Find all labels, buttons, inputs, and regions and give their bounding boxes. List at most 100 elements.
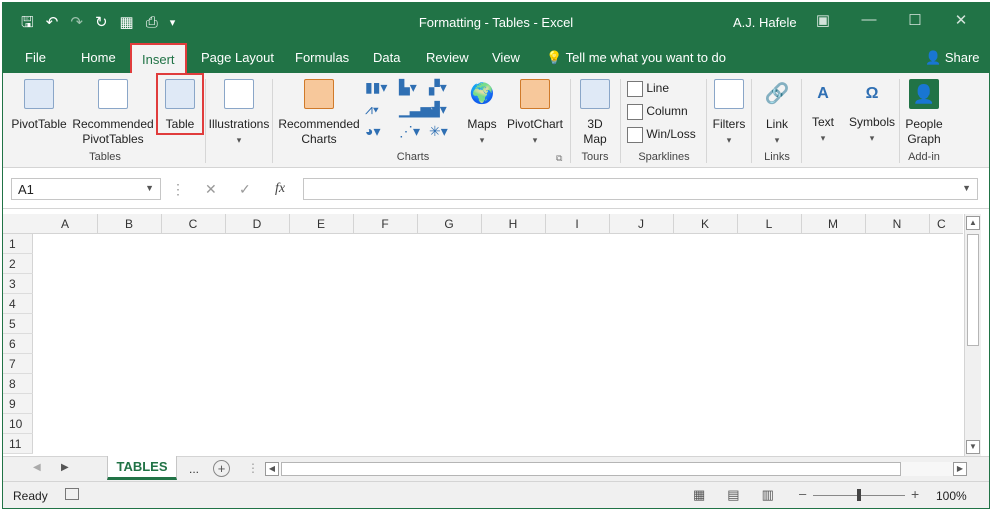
dialog-launcher-icon[interactable]: ⧉	[556, 153, 562, 164]
row-header-2[interactable]: 2	[3, 254, 33, 274]
link-button[interactable]: 🔗 Link ▾	[755, 79, 799, 148]
column-header-k[interactable]: K	[673, 217, 737, 231]
scroll-up-icon[interactable]: ▲	[966, 216, 980, 230]
share-button[interactable]: 👤 Share	[925, 50, 980, 66]
column-header-j[interactable]: J	[609, 217, 673, 231]
row-header-6[interactable]: 6	[3, 334, 33, 354]
tab-insert[interactable]: Insert	[130, 43, 187, 73]
maps-button[interactable]: 🌍 Maps ▾	[463, 79, 501, 148]
people-graph-button[interactable]: 👤 People Graph	[902, 79, 946, 147]
row-header-9[interactable]: 9	[3, 394, 33, 414]
horizontal-scroll-thumb[interactable]	[281, 462, 901, 476]
scroll-right-icon[interactable]: ▶	[953, 462, 967, 476]
row-header-3[interactable]: 3	[3, 274, 33, 294]
column-header-b[interactable]: B	[97, 217, 161, 231]
row-header-10[interactable]: 10	[3, 414, 33, 434]
row-header-8[interactable]: 8	[3, 374, 33, 394]
hierarchy-chart-icon[interactable]: ▙▾	[399, 79, 417, 96]
row-header-7[interactable]: 7	[3, 354, 33, 374]
zoom-in-icon[interactable]: +	[911, 486, 919, 502]
tab-formulas[interactable]: Formulas	[295, 50, 349, 65]
page-break-view-icon[interactable]: ▥	[762, 487, 774, 503]
tab-view[interactable]: View	[492, 50, 520, 65]
radar-chart-icon[interactable]: ✳▾	[429, 123, 448, 140]
sparkline-winloss-button[interactable]: Win/Loss	[627, 127, 707, 143]
zoom-out-icon[interactable]: –	[799, 486, 806, 501]
column-header-n[interactable]: N	[865, 217, 929, 231]
expand-formula-icon[interactable]: ▼	[962, 183, 971, 193]
more-sheets-button[interactable]: ...	[189, 462, 199, 476]
tab-home[interactable]: Home	[81, 50, 116, 65]
prev-sheet-icon[interactable]: ◀	[33, 462, 41, 473]
zoom-level[interactable]: 100%	[936, 489, 967, 503]
name-box-value: A1	[18, 182, 34, 197]
close-icon[interactable]: ✕	[953, 11, 969, 29]
next-sheet-icon[interactable]: ▶	[61, 462, 69, 473]
minimize-icon[interactable]: —	[861, 11, 877, 29]
row-header-4[interactable]: 4	[3, 294, 33, 314]
sparkline-line-button[interactable]: Line	[627, 81, 707, 97]
column-header-d[interactable]: D	[225, 217, 289, 231]
symbols-button[interactable]: Ω Symbols ▾	[847, 79, 897, 146]
column-header-e[interactable]: E	[289, 217, 353, 231]
name-box[interactable]: A1 ▼	[11, 178, 161, 200]
tab-review[interactable]: Review	[426, 50, 469, 65]
column-header-i[interactable]: I	[545, 217, 609, 231]
column-header-partial[interactable]: C	[929, 217, 959, 231]
normal-view-icon[interactable]: ▦	[693, 487, 705, 503]
column-header-c[interactable]: C	[161, 217, 225, 231]
vertical-scroll-thumb[interactable]	[967, 234, 979, 346]
line-chart-icon[interactable]: ⩘▾	[365, 101, 379, 118]
formula-input[interactable]: ▼	[303, 178, 978, 200]
enter-icon[interactable]: ✓	[239, 181, 251, 198]
splitter-icon[interactable]: ⋮	[247, 461, 259, 475]
tab-file[interactable]: File	[25, 50, 46, 65]
column-header-l[interactable]: L	[737, 217, 801, 231]
pie-chart-icon[interactable]: ◕▾	[365, 123, 380, 140]
maximize-icon[interactable]: ☐	[907, 11, 923, 29]
tab-data[interactable]: Data	[373, 50, 400, 65]
3d-map-button[interactable]: 3D Map	[573, 79, 617, 147]
scroll-down-icon[interactable]: ▼	[966, 440, 980, 454]
tab-page-layout[interactable]: Page Layout	[201, 50, 274, 65]
pivotchart-button[interactable]: PivotChart ▾	[503, 79, 567, 148]
row-header-11[interactable]: 11	[3, 434, 33, 454]
user-name[interactable]: A.J. Hafele	[733, 15, 797, 30]
illustrations-button[interactable]: Illustrations ▾	[207, 79, 271, 148]
insert-function-icon[interactable]: fx	[275, 181, 285, 197]
column-header-m[interactable]: M	[801, 217, 865, 231]
text-button[interactable]: A Text ▾	[805, 79, 841, 146]
filters-button[interactable]: Filters ▾	[709, 79, 749, 148]
cell-grid[interactable]	[33, 234, 963, 453]
sheet-tab-tables[interactable]: TABLES	[107, 456, 177, 480]
combo-chart-icon[interactable]: ▟▾	[429, 101, 447, 118]
pivotchart-dropdown-icon: ▾	[532, 135, 538, 145]
recommended-charts-button[interactable]: Recommended Charts	[275, 79, 363, 147]
chevron-down-icon[interactable]: ▼	[145, 183, 154, 193]
tell-me-search[interactable]: 💡 Tell me what you want to do	[546, 50, 726, 66]
horizontal-scrollbar[interactable]: ◀ ▶	[265, 462, 967, 476]
page-layout-view-icon[interactable]: ▤	[727, 487, 739, 503]
waterfall-chart-icon[interactable]: ▞▾	[429, 79, 447, 96]
cancel-icon[interactable]: ✕	[205, 181, 217, 198]
scatter-chart-icon[interactable]: ⋰▾	[399, 123, 420, 140]
illustrations-dropdown-icon: ▾	[236, 135, 242, 145]
scroll-left-icon[interactable]: ◀	[265, 462, 279, 476]
row-header-5[interactable]: 5	[3, 314, 33, 334]
row-header-1[interactable]: 1	[3, 234, 33, 254]
ribbon-display-icon[interactable]: ▣	[815, 11, 831, 29]
sparkline-column-button[interactable]: Column	[627, 104, 707, 120]
column-header-a[interactable]: A	[33, 217, 97, 231]
macro-record-icon[interactable]	[65, 488, 79, 500]
column-header-g[interactable]: G	[417, 217, 481, 231]
zoom-slider-thumb[interactable]	[857, 489, 861, 501]
3d-map-icon	[580, 79, 610, 109]
recommended-pivottables-button[interactable]: Recommended PivotTables	[71, 79, 155, 147]
column-chart-icon[interactable]: ▮▮▾	[365, 79, 387, 96]
column-header-f[interactable]: F	[353, 217, 417, 231]
pivottable-button[interactable]: PivotTable	[11, 79, 67, 132]
vertical-scrollbar[interactable]: ▲ ▼	[964, 214, 981, 456]
add-sheet-button[interactable]: +	[213, 460, 230, 477]
recommended-pivottables-label-2: PivotTables	[82, 132, 144, 146]
column-header-h[interactable]: H	[481, 217, 545, 231]
